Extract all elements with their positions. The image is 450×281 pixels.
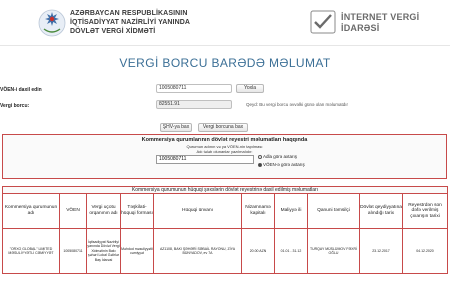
col-header-last-extract-date: Reyestrdən son dəfə verilmiş çıxarışın t… [401,193,449,229]
col-header-charter-capital: Nizamnamə kapitalı [241,193,275,229]
col-header-tax-authority: Vergi uçotu orqanının adı [86,193,121,229]
cell-voen: 1005080711 [59,228,87,274]
col-header-company-name: Kommersiya qurumunun adı [2,193,60,229]
cell-legal-representative: TURQAY MÜSLÜMOV FƏXRİ OĞLU [307,228,360,274]
site-header: AZƏRBAYCAN RESPUBLİKASININ İQTİSADİYYAT … [0,0,450,46]
org-line-1: AZƏRBAYCAN RESPUBLİKASININ [70,10,188,17]
debt-amount-field: 82551.91 [156,100,232,109]
col-header-legal-representative: Qanuni təmsilçi [307,193,360,229]
radio-search-by-voen[interactable]: VÖEN-ə görə axtarış [258,162,305,167]
registry-search-input[interactable]: 1005080711 [156,155,254,164]
table-row: "ORXO GLOBAL" LIMITED MƏSULİYYƏTLİ CƏMİY… [2,228,449,274]
debt-check-button[interactable]: Vergi borcuna bax [198,123,248,132]
col-header-legal-address: Hüquqi ünvanı [153,193,242,229]
radio-button-selected[interactable] [258,162,262,167]
debt-label: Vergi borcu: [0,103,30,109]
radio-search-by-name[interactable]: Adla görə axtarış [258,154,297,159]
portal-name: İNTERNET VERGİ İDARƏSİ [341,12,419,34]
debt-note: Qeyd: Bu vergi borcu əvvəlki günə olan m… [246,102,349,107]
voen-input[interactable]: 1005080711 [156,84,232,93]
internet-tax-office-logo-icon [310,10,336,34]
portal-line-2: İDARƏSİ [341,23,380,33]
cell-legal-address: AZ1108, BAKI ŞƏHƏRİ SƏBAİL RAYONU, ZİYA … [153,228,242,274]
col-header-registration-date: Dövlət qeydiyyatına alındığı tarix [359,193,403,229]
org-line-3: DÖVLƏT VERGİ XİDMƏTİ [70,28,156,35]
col-header-legal-form: Təşkilati-hüquqi forması [120,193,154,229]
org-line-2: İQTİSADİYYAT NAZİRLİYİ YANINDA [70,19,191,26]
cell-last-extract-date: 04.12.2020 [401,228,449,274]
table-caption: Kommersiya qurumunun hüquqi şəxslərin dö… [1,186,449,194]
cell-fiscal-year: 01.01 - 31.12 [274,228,308,274]
organization-name: AZƏRBAYCAN RESPUBLİKASININ İQTİSADİYYAT … [70,9,190,36]
state-emblem-icon [38,9,66,37]
radio-label: Adla görə axtarış [263,154,298,159]
cell-company-name: "ORXO GLOBAL" LIMITED MƏSULİYYƏTLİ CƏMİY… [2,228,60,274]
radio-button[interactable] [258,154,262,159]
voen-label: VÖEN-i daxil edin [0,87,42,93]
page-title: VERGİ BORCU BARƏDƏ MƏLUMAT [119,56,331,70]
cell-charter-capital: 20.00 AZN [241,228,275,274]
sv-view-button[interactable]: ŞHV-ya bax [160,123,192,132]
portal-line-1: İNTERNET VERGİ [341,12,420,22]
table-header-row: Kommersiya qurumunun adı VÖEN Vergi uçot… [2,193,449,229]
cell-tax-authority: İqtisadiyyat Nazirliyi yanında Dövlət Ve… [86,228,121,274]
cell-registration-date: 23.12.2017 [359,228,403,274]
search-button[interactable]: Yoxla [236,84,264,93]
cell-legal-form: Məhdud məsuliyyətli cəmiyyət [120,228,154,274]
registry-table: Kommersiya qurumunun hüquqi şəxslərin dö… [1,186,449,274]
col-header-fiscal-year: Maliyyə ili [274,193,308,229]
panel-hint-2: Adı tələb olunanlar yazılmalıdır: [196,149,253,154]
col-header-voen: VÖEN [59,193,87,229]
radio-label: VÖEN-ə görə axtarış [263,162,305,167]
panel-title: Kommersiya qurumlarının dövlət reyestri … [141,137,308,143]
